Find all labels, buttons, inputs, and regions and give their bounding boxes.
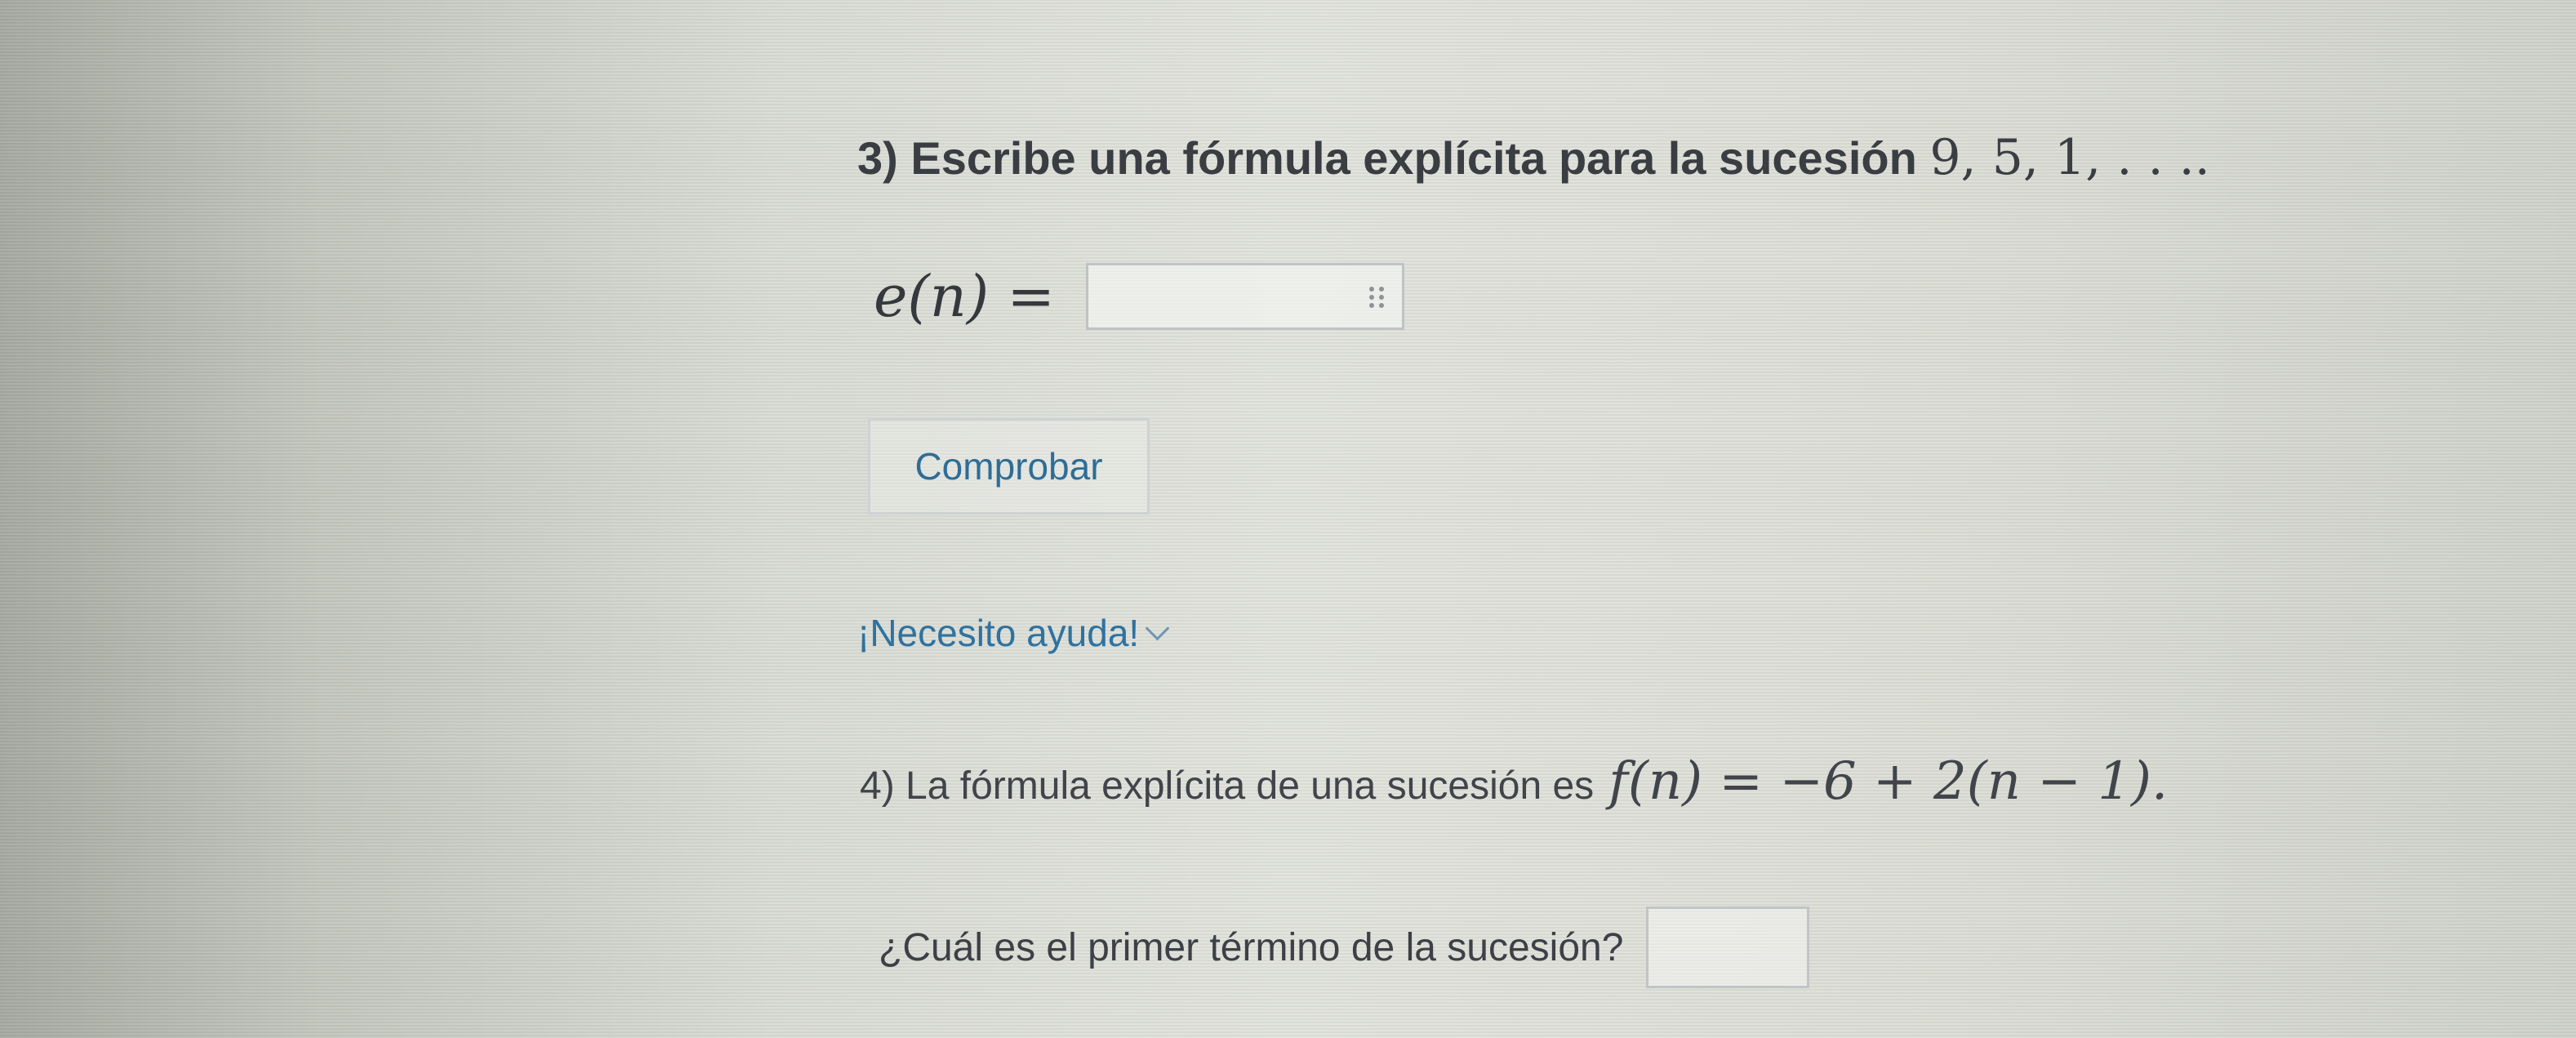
drag-handle-icon[interactable] [1369, 287, 1385, 310]
question-4-statement: 4) La fórmula explícita de una sucesión … [860, 751, 2168, 812]
help-link-label: ¡Necesito ayuda! [857, 612, 1140, 654]
sequence-terms: 9, 5, 1, . . .. [1929, 129, 2210, 186]
question-4-formula: f(n) = −6 + 2(n − 1). [1608, 751, 2169, 812]
chevron-down-icon [1145, 616, 1170, 640]
help-link[interactable]: ¡Necesito ayuda! [857, 611, 1170, 655]
question-4-prompt-row: ¿Cuál es el primer término de la sucesió… [879, 907, 1810, 988]
question-4-text: 4) La fórmula explícita de una sucesión … [860, 764, 1595, 808]
question-3-text: 3) Escribe una fórmula explícita para la… [857, 132, 1930, 184]
answer-input[interactable] [1086, 263, 1405, 330]
formula-row: e(n) = [874, 263, 1405, 330]
question-3-title: 3) Escribe una fórmula explícita para la… [857, 129, 2210, 186]
check-button[interactable]: Comprobar [868, 418, 1150, 515]
formula-label: e(n) = [874, 263, 1056, 330]
first-term-input[interactable] [1646, 907, 1810, 988]
question-4-prompt: ¿Cuál es el primer término de la sucesió… [879, 925, 1624, 969]
